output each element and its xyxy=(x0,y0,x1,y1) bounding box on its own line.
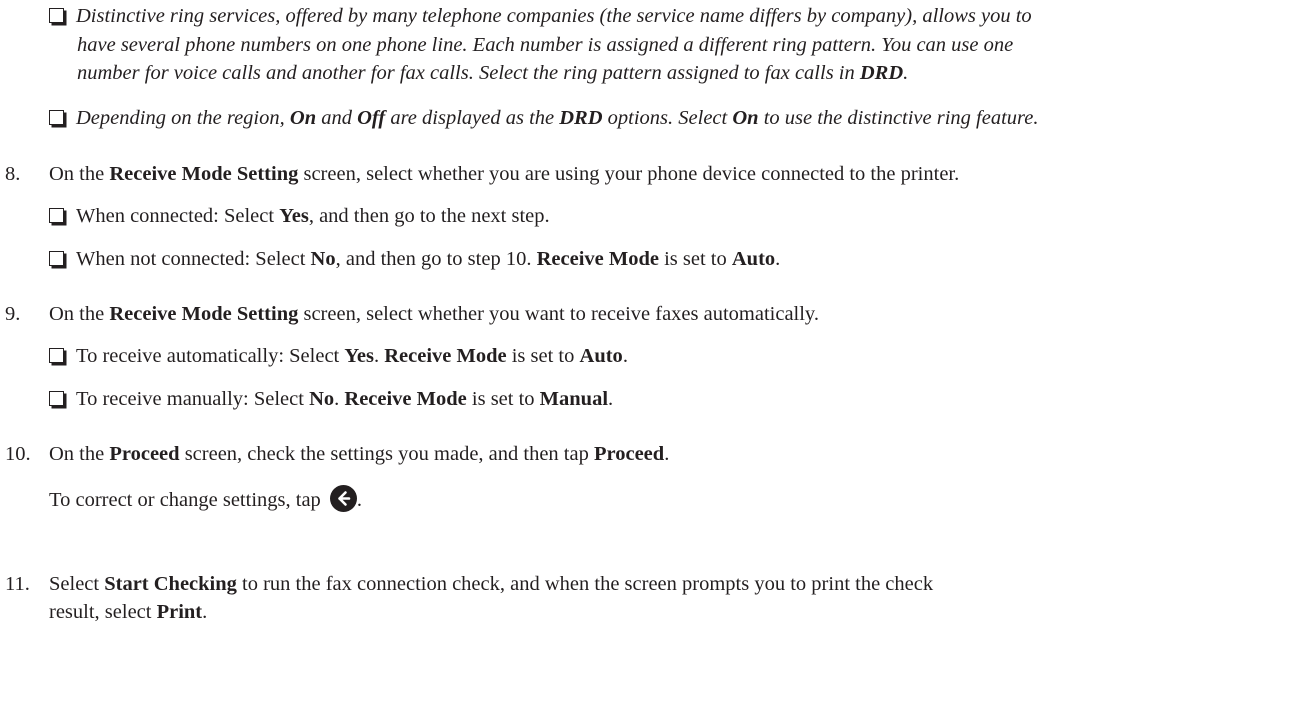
note-region: Depending on the region, On and Off are … xyxy=(49,105,1039,132)
step-8-number: 8. xyxy=(5,163,21,185)
bullet-box-icon xyxy=(49,391,64,406)
note-distinctive-ring-line1: Distinctive ring services, offered by ma… xyxy=(49,3,1032,30)
step-10-number: 10. xyxy=(5,443,31,465)
bullet-box-icon xyxy=(49,251,64,266)
step-8-text: On the Receive Mode Setting screen, sele… xyxy=(49,163,960,185)
step-10-text: On the Proceed screen, check the setting… xyxy=(49,443,670,465)
step-9-number: 9. xyxy=(5,303,21,325)
bullet-box-icon xyxy=(49,208,64,223)
step-8-option-not-connected: When not connected: Select No, and then … xyxy=(49,246,780,273)
note-distinctive-ring-line3: number for voice calls and another for f… xyxy=(77,62,909,84)
note-distinctive-ring-line2: have several phone numbers on one phone … xyxy=(77,34,1014,56)
step-9-option-auto: To receive automatically: Select Yes. Re… xyxy=(49,343,628,370)
back-arrow-icon xyxy=(329,485,357,512)
bullet-box-icon xyxy=(49,348,64,363)
step-11-text-line1: Select Start Checking to run the fax con… xyxy=(49,573,934,595)
step-11-number: 11. xyxy=(5,573,30,595)
step-8-option-connected: When connected: Select Yes, and then go … xyxy=(49,203,550,230)
bullet-box-icon xyxy=(49,8,64,23)
bullet-box-icon xyxy=(49,110,64,125)
step-11-text-line2: result, select Print. xyxy=(49,601,208,623)
step-9-text: On the Receive Mode Setting screen, sele… xyxy=(49,303,819,325)
step-9-option-manual: To receive manually: Select No. Receive … xyxy=(49,386,613,413)
step-10-subtext: To correct or change settings, tap . xyxy=(49,485,362,514)
